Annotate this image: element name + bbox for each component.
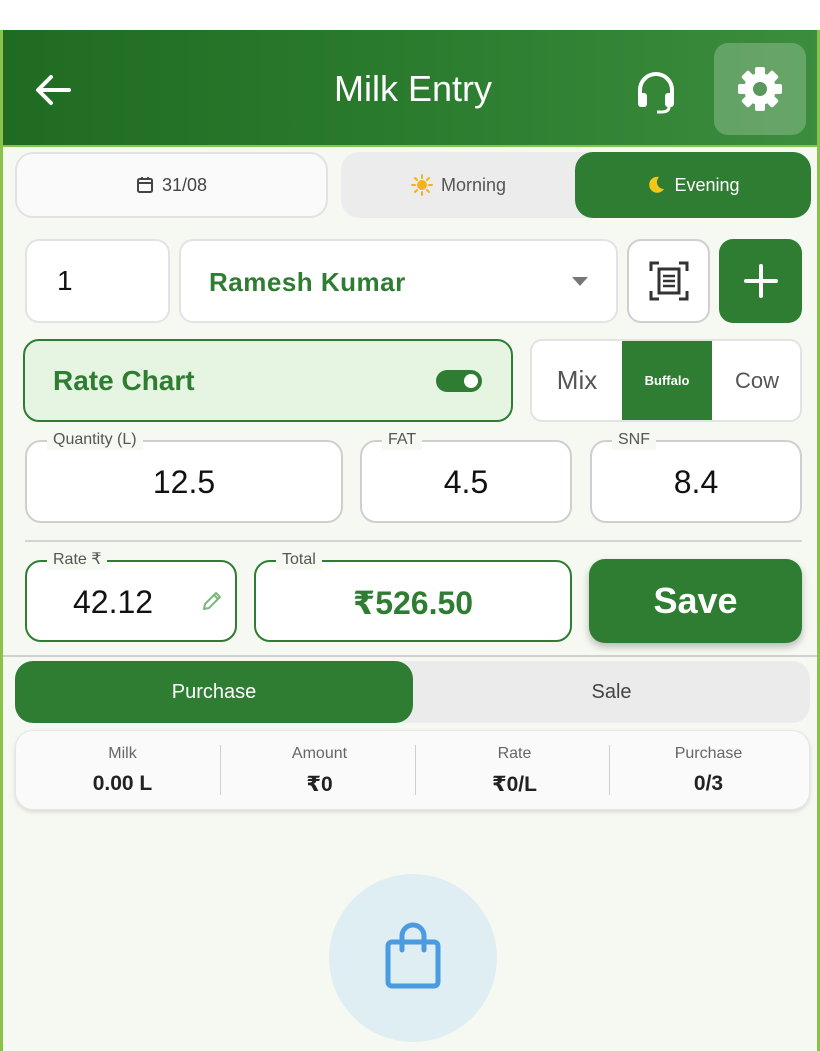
snf-label: SNF [612,430,656,450]
rate-chart-label: Rate Chart [53,365,195,396]
sun-icon [410,174,433,196]
headset-icon [638,72,674,114]
rate-label: Rate ₹ [47,550,108,570]
scan-icon [649,261,689,301]
quantity-field[interactable]: Quantity (L) 12.5 [25,430,343,523]
stat-label: Purchase [674,745,743,762]
milk-type-cow[interactable]: Cow [712,341,800,420]
gear-icon [738,67,782,111]
stat-amount: Amount ₹0 [222,731,417,811]
fat-field[interactable]: FAT 4.5 [360,430,572,523]
shift-morning-option[interactable]: Morning [341,152,576,218]
snf-field[interactable]: SNF 8.4 [590,430,802,523]
stat-divider [220,745,221,795]
calendar-icon [136,177,153,193]
stat-label: Rate [497,745,532,762]
shift-evening-option[interactable]: Evening [575,152,811,218]
quantity-label: Quantity (L) [47,430,143,450]
quantity-value: 12.5 [152,464,216,500]
dropdown-caret-icon [572,277,588,286]
scan-button[interactable] [627,239,710,323]
stat-rate: Rate ₹0/L [417,731,612,811]
shopping-bag-icon [385,922,441,989]
stat-value: 0/3 [693,772,724,795]
rate-field[interactable]: Rate ₹ 42.12 [25,550,237,642]
fat-label: FAT [382,430,423,450]
page-title: Milk Entry [333,68,492,109]
milk-entry-screen: Milk Entry 31/08 Morning Evening 1 Rames… [0,30,820,1051]
stat-label: Amount [291,745,348,762]
total-field: Total ₹526.50 [254,550,572,642]
app-bar: Milk Entry [3,30,817,147]
stat-value: ₹0 [306,773,333,796]
summary-card: Milk 0.00 L Amount ₹0 Rate ₹0/L Purchase… [15,730,810,810]
pencil-icon[interactable] [201,590,223,612]
transaction-tabs: Purchase Sale [15,661,810,723]
moon-icon [649,176,665,193]
shift-evening-label: Evening [674,174,740,195]
stat-purchase: Purchase 0/3 [611,731,806,811]
divider [25,540,802,542]
tab-purchase[interactable]: Purchase [15,661,413,723]
stat-value: ₹0/L [492,773,537,796]
rate-chart-toggle[interactable] [436,370,482,392]
stat-value: 0.00 L [92,772,153,795]
plus-icon [744,264,778,298]
milk-type-mix[interactable]: Mix [532,341,622,420]
support-button[interactable] [631,66,681,116]
tab-sale[interactable]: Sale [413,661,810,723]
stat-divider [415,745,416,795]
date-label: 31/08 [161,174,208,195]
customer-dropdown[interactable]: Ramesh Kumar [179,239,618,323]
toggle-knob [464,374,478,388]
snf-value: 8.4 [673,464,719,500]
empty-state-illustration [329,874,497,1042]
shift-selector: Morning Evening [341,152,811,218]
save-button[interactable]: Save [589,559,802,643]
divider [3,655,817,657]
stat-divider [609,745,610,795]
rate-value: 42.12 [73,584,154,620]
rate-chart-card: Rate Chart [23,339,513,422]
fat-value: 4.5 [443,464,489,500]
stat-label: Milk [108,745,137,762]
total-value: ₹526.50 [352,585,474,621]
milk-type-selector: Mix Buffalo Cow [530,339,802,422]
total-label: Total [276,550,322,570]
add-customer-button[interactable] [719,239,802,323]
stat-milk: Milk 0.00 L [25,731,220,811]
customer-number-input[interactable]: 1 [25,239,170,323]
date-picker-button[interactable]: 31/08 [15,152,328,218]
milk-type-buffalo[interactable]: Buffalo [622,341,712,420]
shift-morning-label: Morning [440,174,507,195]
customer-name: Ramesh Kumar [209,267,406,297]
settings-button[interactable] [714,43,806,135]
